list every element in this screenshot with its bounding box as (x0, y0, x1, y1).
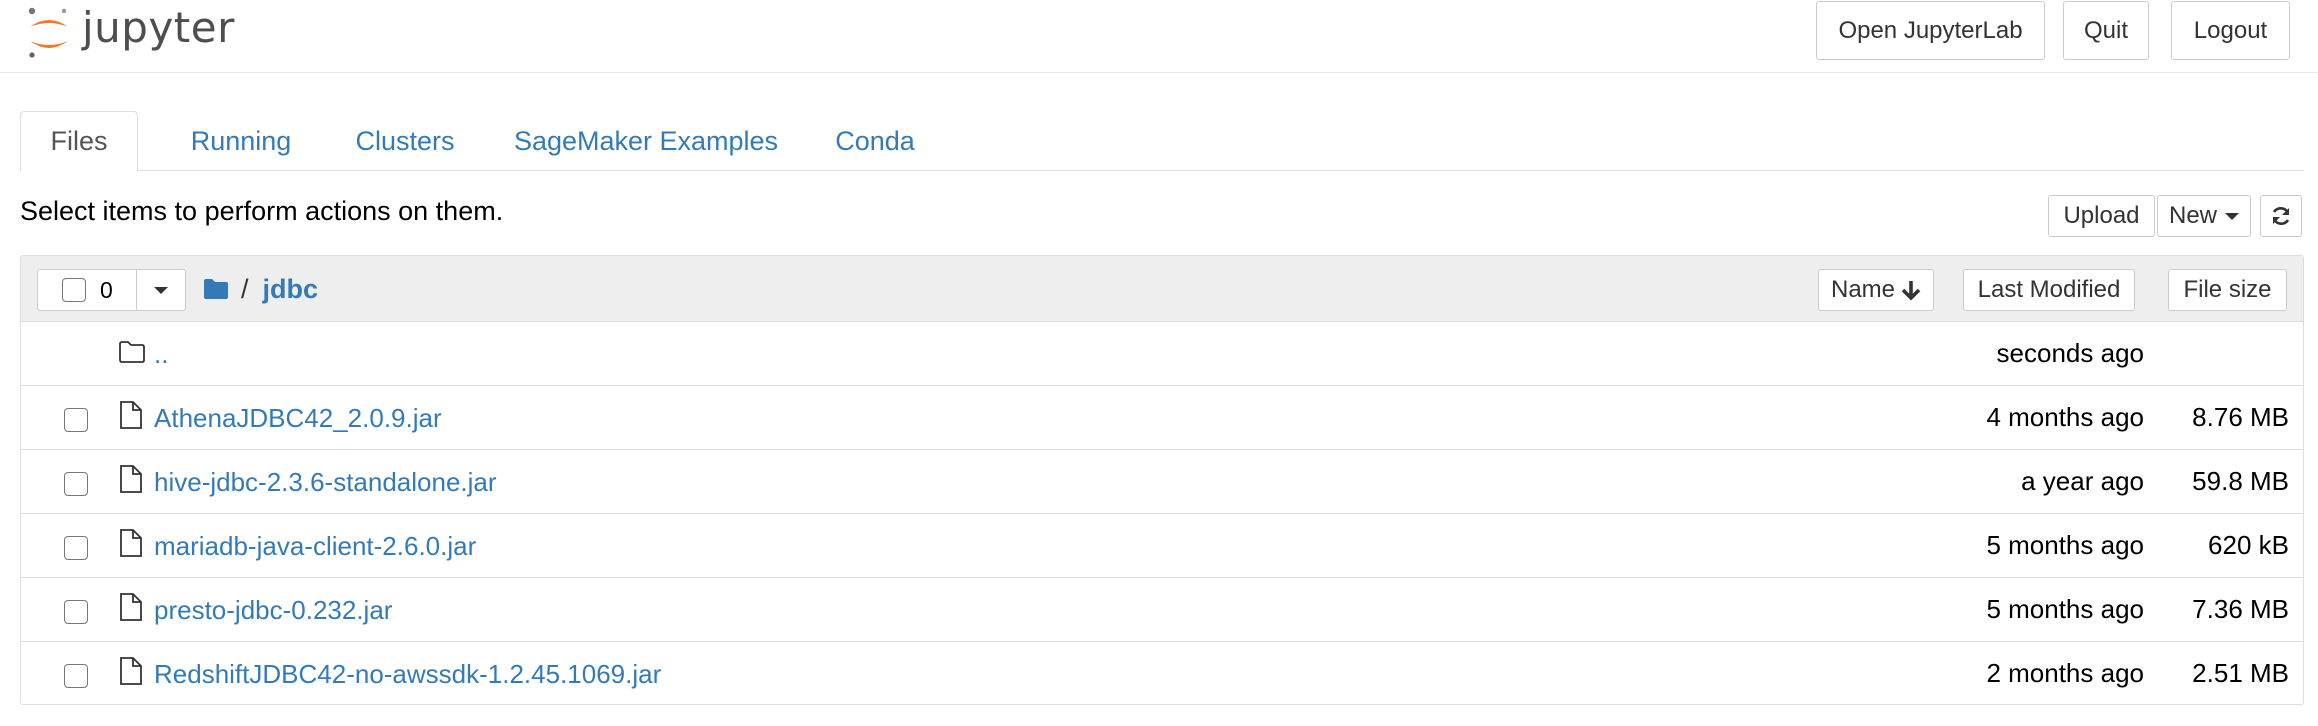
open-jupyterlab-button[interactable]: Open JupyterLab (1816, 1, 2045, 60)
quit-button[interactable]: Quit (2063, 1, 2149, 60)
list-item[interactable]: presto-jdbc-0.232.jar 5 months ago 7.36 … (21, 578, 2303, 642)
folder-icon[interactable] (203, 278, 229, 300)
list-item[interactable]: RedshiftJDBC42-no-awssdk-1.2.45.1069.jar… (21, 642, 2303, 706)
select-dropdown-button[interactable] (137, 270, 185, 310)
row-checkbox[interactable] (64, 408, 88, 432)
file-modified: 2 months ago (1986, 658, 2144, 688)
tab-running[interactable]: Running (170, 111, 312, 172)
logo-text: jupyter (82, 3, 235, 52)
parent-dir-link[interactable]: .. (154, 339, 168, 370)
file-icon (120, 593, 142, 621)
row-checkbox[interactable] (64, 472, 88, 496)
jupyter-logo-icon (28, 7, 68, 58)
list-item[interactable]: hive-jdbc-2.3.6-standalone.jar a year ag… (21, 450, 2303, 514)
tab-conda[interactable]: Conda (814, 111, 936, 172)
breadcrumb: / jdbc (203, 268, 318, 310)
tab-files[interactable]: Files (20, 111, 138, 172)
tab-sagemaker-examples[interactable]: SageMaker Examples (496, 111, 796, 172)
file-icon (120, 657, 142, 685)
list-item[interactable]: AthenaJDBC42_2.0.9.jar 4 months ago 8.76… (21, 386, 2303, 450)
file-icon (120, 465, 142, 493)
logout-button[interactable]: Logout (2171, 1, 2290, 60)
arrow-down-icon (1901, 281, 1921, 301)
file-link[interactable]: AthenaJDBC42_2.0.9.jar (154, 403, 442, 434)
file-modified: 5 months ago (1986, 530, 2144, 560)
row-checkbox[interactable] (64, 600, 88, 624)
tab-bar: Files Running Clusters SageMaker Example… (20, 111, 2304, 172)
select-all-group: 0 (37, 269, 186, 311)
jupyter-logo[interactable]: jupyter (26, 4, 235, 60)
file-icon (120, 529, 142, 557)
caret-down-icon (2225, 212, 2239, 220)
parent-modified: seconds ago (1996, 338, 2144, 368)
header: jupyter Open JupyterLab Quit Logout (0, 0, 2318, 73)
sort-last-modified-button[interactable]: Last Modified (1963, 269, 2135, 311)
list-item[interactable]: mariadb-java-client-2.6.0.jar 5 months a… (21, 514, 2303, 578)
select-all-checkbox[interactable] (62, 278, 86, 302)
file-size: 7.36 MB (2192, 594, 2289, 624)
file-size: 620 kB (2208, 530, 2289, 560)
new-dropdown-button[interactable]: New (2157, 195, 2251, 237)
upload-button[interactable]: Upload (2048, 195, 2155, 237)
refresh-icon (2272, 207, 2290, 225)
file-list-header: 0 / jdbc Name Last Modified File size (21, 256, 2303, 322)
file-modified: 4 months ago (1986, 402, 2144, 432)
file-size: 59.8 MB (2192, 466, 2289, 496)
new-label: New (2168, 202, 2217, 229)
list-item-parent[interactable]: .. seconds ago (21, 322, 2303, 386)
tab-clusters[interactable]: Clusters (332, 111, 478, 172)
file-link[interactable]: mariadb-java-client-2.6.0.jar (154, 531, 476, 562)
file-link[interactable]: hive-jdbc-2.3.6-standalone.jar (154, 467, 497, 498)
selected-count: 0 (100, 276, 113, 303)
breadcrumb-current[interactable]: jdbc (263, 274, 319, 305)
sort-name-label: Name (1830, 276, 1896, 303)
file-size: 2.51 MB (2192, 658, 2289, 688)
sort-name-button[interactable]: Name (1818, 269, 1934, 311)
file-icon (120, 401, 142, 429)
file-modified: a year ago (2021, 466, 2144, 496)
folder-outline-icon (119, 341, 145, 363)
file-list: 0 / jdbc Name Last Modified File size ..… (20, 255, 2304, 705)
file-link[interactable]: presto-jdbc-0.232.jar (154, 595, 392, 626)
file-size: 8.76 MB (2192, 402, 2289, 432)
breadcrumb-separator: / (241, 273, 249, 304)
row-checkbox[interactable] (64, 664, 88, 688)
sort-file-size-button[interactable]: File size (2168, 269, 2287, 311)
instructions-text: Select items to perform actions on them. (20, 196, 504, 226)
caret-down-icon (154, 286, 168, 294)
row-checkbox[interactable] (64, 536, 88, 560)
select-all-control[interactable]: 0 (38, 270, 137, 310)
refresh-button[interactable] (2260, 195, 2302, 237)
file-link[interactable]: RedshiftJDBC42-no-awssdk-1.2.45.1069.jar (154, 659, 661, 690)
file-modified: 5 months ago (1986, 594, 2144, 624)
